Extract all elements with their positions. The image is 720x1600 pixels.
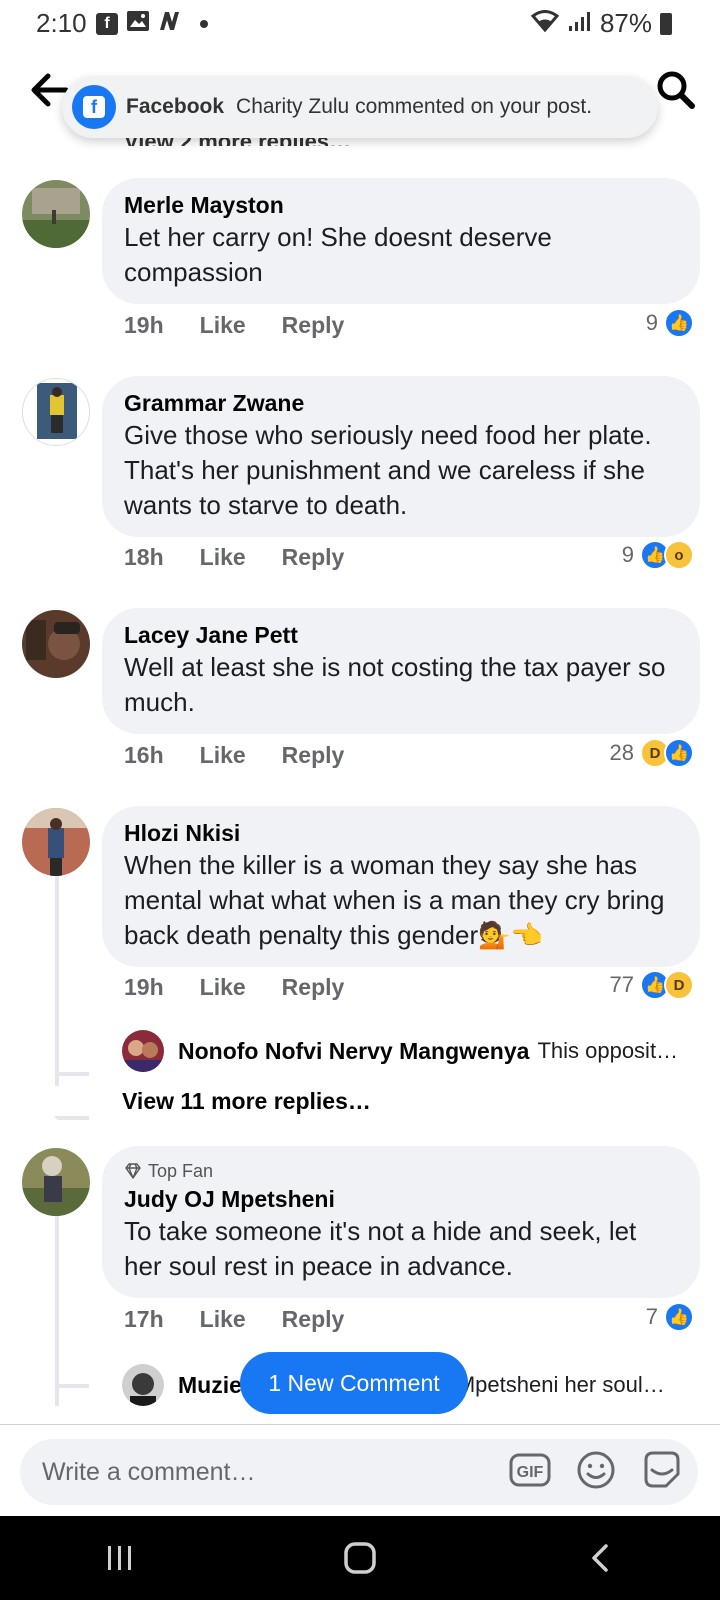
comment-time[interactable]: 16h [124,742,164,769]
news-icon [158,10,184,37]
like-button[interactable]: Like [200,312,246,339]
signal-icon [568,8,592,39]
sticker-icon[interactable] [640,1448,684,1497]
reaction-count: 28 [609,740,634,765]
avatar[interactable] [22,1148,90,1216]
comment-author[interactable]: Grammar Zwane [124,388,680,418]
like-reaction-icon: 👍 [664,1302,694,1332]
reaction-summary[interactable]: 28 D 👍 [610,738,694,768]
comment-text: Let her carry on! She doesnt deserve com… [124,222,552,287]
thread-line [55,1216,59,1406]
comment-time[interactable]: 19h [124,974,164,1001]
reaction-count: 77 [609,972,634,997]
notification-app-name: Facebook [126,95,225,118]
recent-apps-icon [108,1546,131,1570]
comment-input[interactable]: Write a comment… GIF [20,1439,698,1505]
chevron-left-icon [592,1544,608,1572]
diamond-icon [125,1163,141,1179]
status-time: 2:10 [36,8,87,38]
reaction-count: 9 [645,310,658,335]
wifi-icon [530,8,560,39]
reply-button[interactable]: Reply [282,312,345,339]
emoji-icon[interactable] [574,1448,618,1497]
thread-connector [55,1072,89,1076]
comment-author[interactable]: Lacey Jane Pett [124,620,680,650]
comment-time[interactable]: 19h [124,312,164,339]
comment-text: Well at least she is not costing the tax… [124,652,666,717]
comment-composer-bar: Write a comment… GIF [0,1424,720,1516]
comment-time[interactable]: 17h [124,1306,164,1333]
system-back-button[interactable] [570,1533,630,1583]
comment-bubble[interactable]: Merle Mayston Let her carry on! She does… [102,178,700,304]
facebook-icon: f [96,12,118,35]
recent-apps-button[interactable] [90,1533,150,1583]
new-comment-button[interactable]: 1 New Comment [240,1352,468,1414]
comment-bubble[interactable]: Grammar Zwane Give those who seriously n… [102,376,700,537]
thread-connector [55,1384,89,1388]
avatar[interactable] [122,1364,164,1406]
search-icon [657,71,695,109]
gif-icon[interactable]: GIF [508,1448,552,1497]
reply-text: This opposit… [537,1038,679,1063]
like-button[interactable]: Like [200,1306,246,1333]
image-icon [126,10,150,37]
wow-reaction-icon: o [664,540,694,570]
reply-button[interactable]: Reply [282,1306,345,1333]
home-button[interactable] [330,1533,390,1583]
comment-bubble[interactable]: Top Fan Judy OJ Mpetsheni To take someon… [102,1146,700,1298]
reaction-summary[interactable]: 9 👍 [646,308,694,338]
reaction-summary[interactable]: 77 👍 D [610,970,694,1000]
system-navigation-bar [0,1516,720,1600]
reaction-count: 9 [621,542,634,567]
like-button[interactable]: Like [200,974,246,1001]
avatar[interactable] [22,808,90,876]
avatar[interactable] [22,180,90,248]
comment-text: Give those who seriously need food her p… [124,420,652,520]
thread-line [55,876,59,1086]
notification-text: Charity Zulu commented on your post. [236,95,593,118]
view-more-replies[interactable]: View 11 more replies… [122,1088,371,1115]
dot-icon [200,19,208,28]
thread-connector [55,1116,89,1120]
battery-percent: 87% [599,8,652,38]
facebook-logo-icon: f [72,85,116,129]
svg-text:GIF: GIF [517,1464,544,1481]
top-fan-label: Top Fan [148,1161,214,1181]
like-button[interactable]: Like [200,544,246,571]
comment-author[interactable]: Judy OJ Mpetsheni [124,1184,680,1214]
avatar[interactable] [22,610,90,678]
top-fan-badge: Top Fan [124,1158,680,1184]
search-button[interactable] [652,66,700,114]
comment-text: When the killer is a woman they say she … [124,850,665,950]
reaction-count: 7 [645,1304,658,1329]
comment-time[interactable]: 18h [124,544,164,571]
like-reaction-icon: 👍 [664,308,694,338]
comment-author[interactable]: Hlozi Nkisi [124,818,680,848]
reply-author[interactable]: Nonofo Nofvi Nervy Mangwenya [178,1038,529,1065]
comment-placeholder[interactable]: Write a comment… [42,1458,508,1487]
reply-button[interactable]: Reply [282,974,345,1001]
home-icon [344,1542,376,1574]
reply-button[interactable]: Reply [282,742,345,769]
status-bar: 2:10 f 87% [0,0,720,46]
like-reaction-icon: 👍 [664,738,694,768]
reaction-summary[interactable]: 7 👍 [646,1302,694,1332]
comment-author[interactable]: Merle Mayston [124,190,680,220]
comment-bubble[interactable]: Lacey Jane Pett Well at least she is not… [102,608,700,734]
reaction-summary[interactable]: 9 👍 o [622,540,694,570]
avatar[interactable] [22,378,90,446]
battery-icon [660,12,672,35]
notification-banner[interactable]: f Facebook Charity Zulu commented on you… [62,76,658,138]
reply-preview[interactable]: Nonofo Nofvi Nervy Mangwenya This opposi… [122,1030,702,1072]
comment-text: To take someone it's not a hide and seek… [124,1216,637,1281]
comment-bubble[interactable]: Hlozi Nkisi When the killer is a woman t… [102,806,700,967]
like-button[interactable]: Like [200,742,246,769]
avatar[interactable] [122,1030,164,1072]
haha-reaction-icon: D [664,970,694,1000]
reply-button[interactable]: Reply [282,544,345,571]
